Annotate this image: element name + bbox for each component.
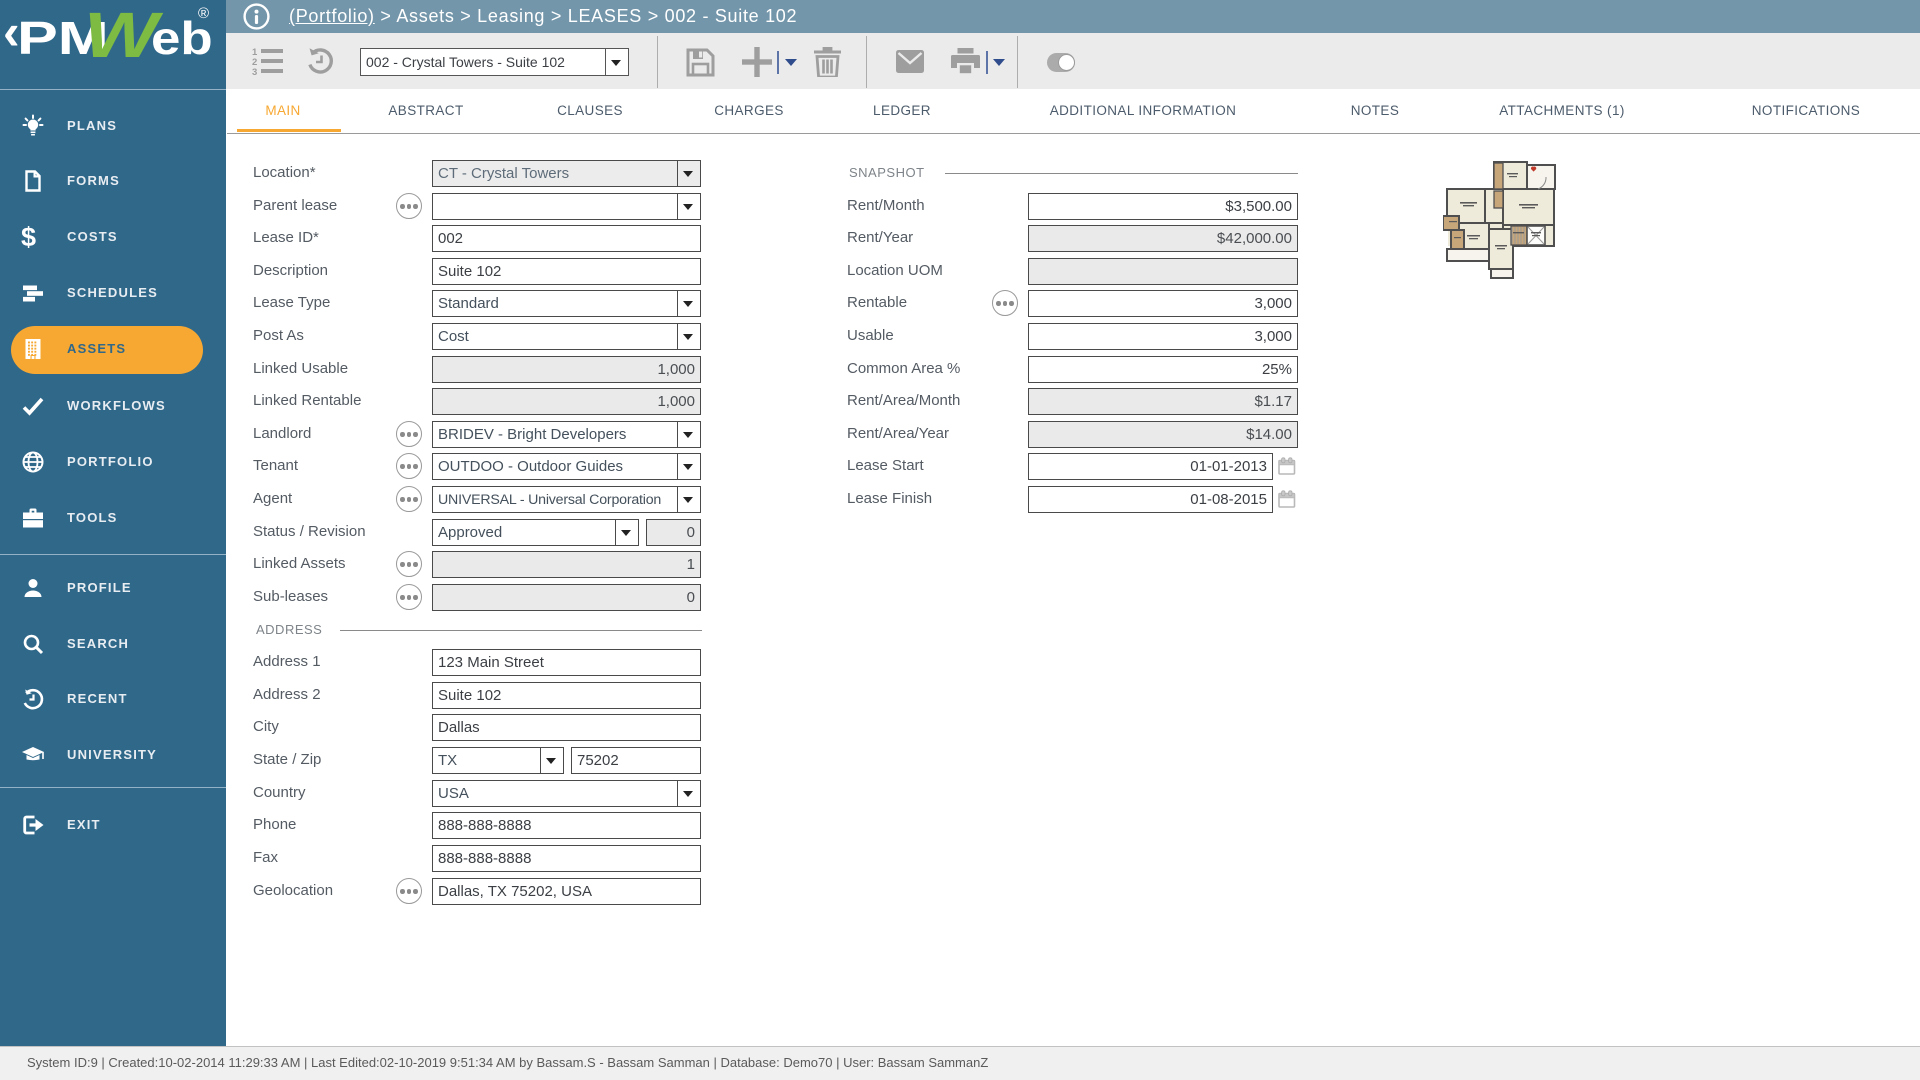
- svg-text:3: 3: [252, 67, 257, 77]
